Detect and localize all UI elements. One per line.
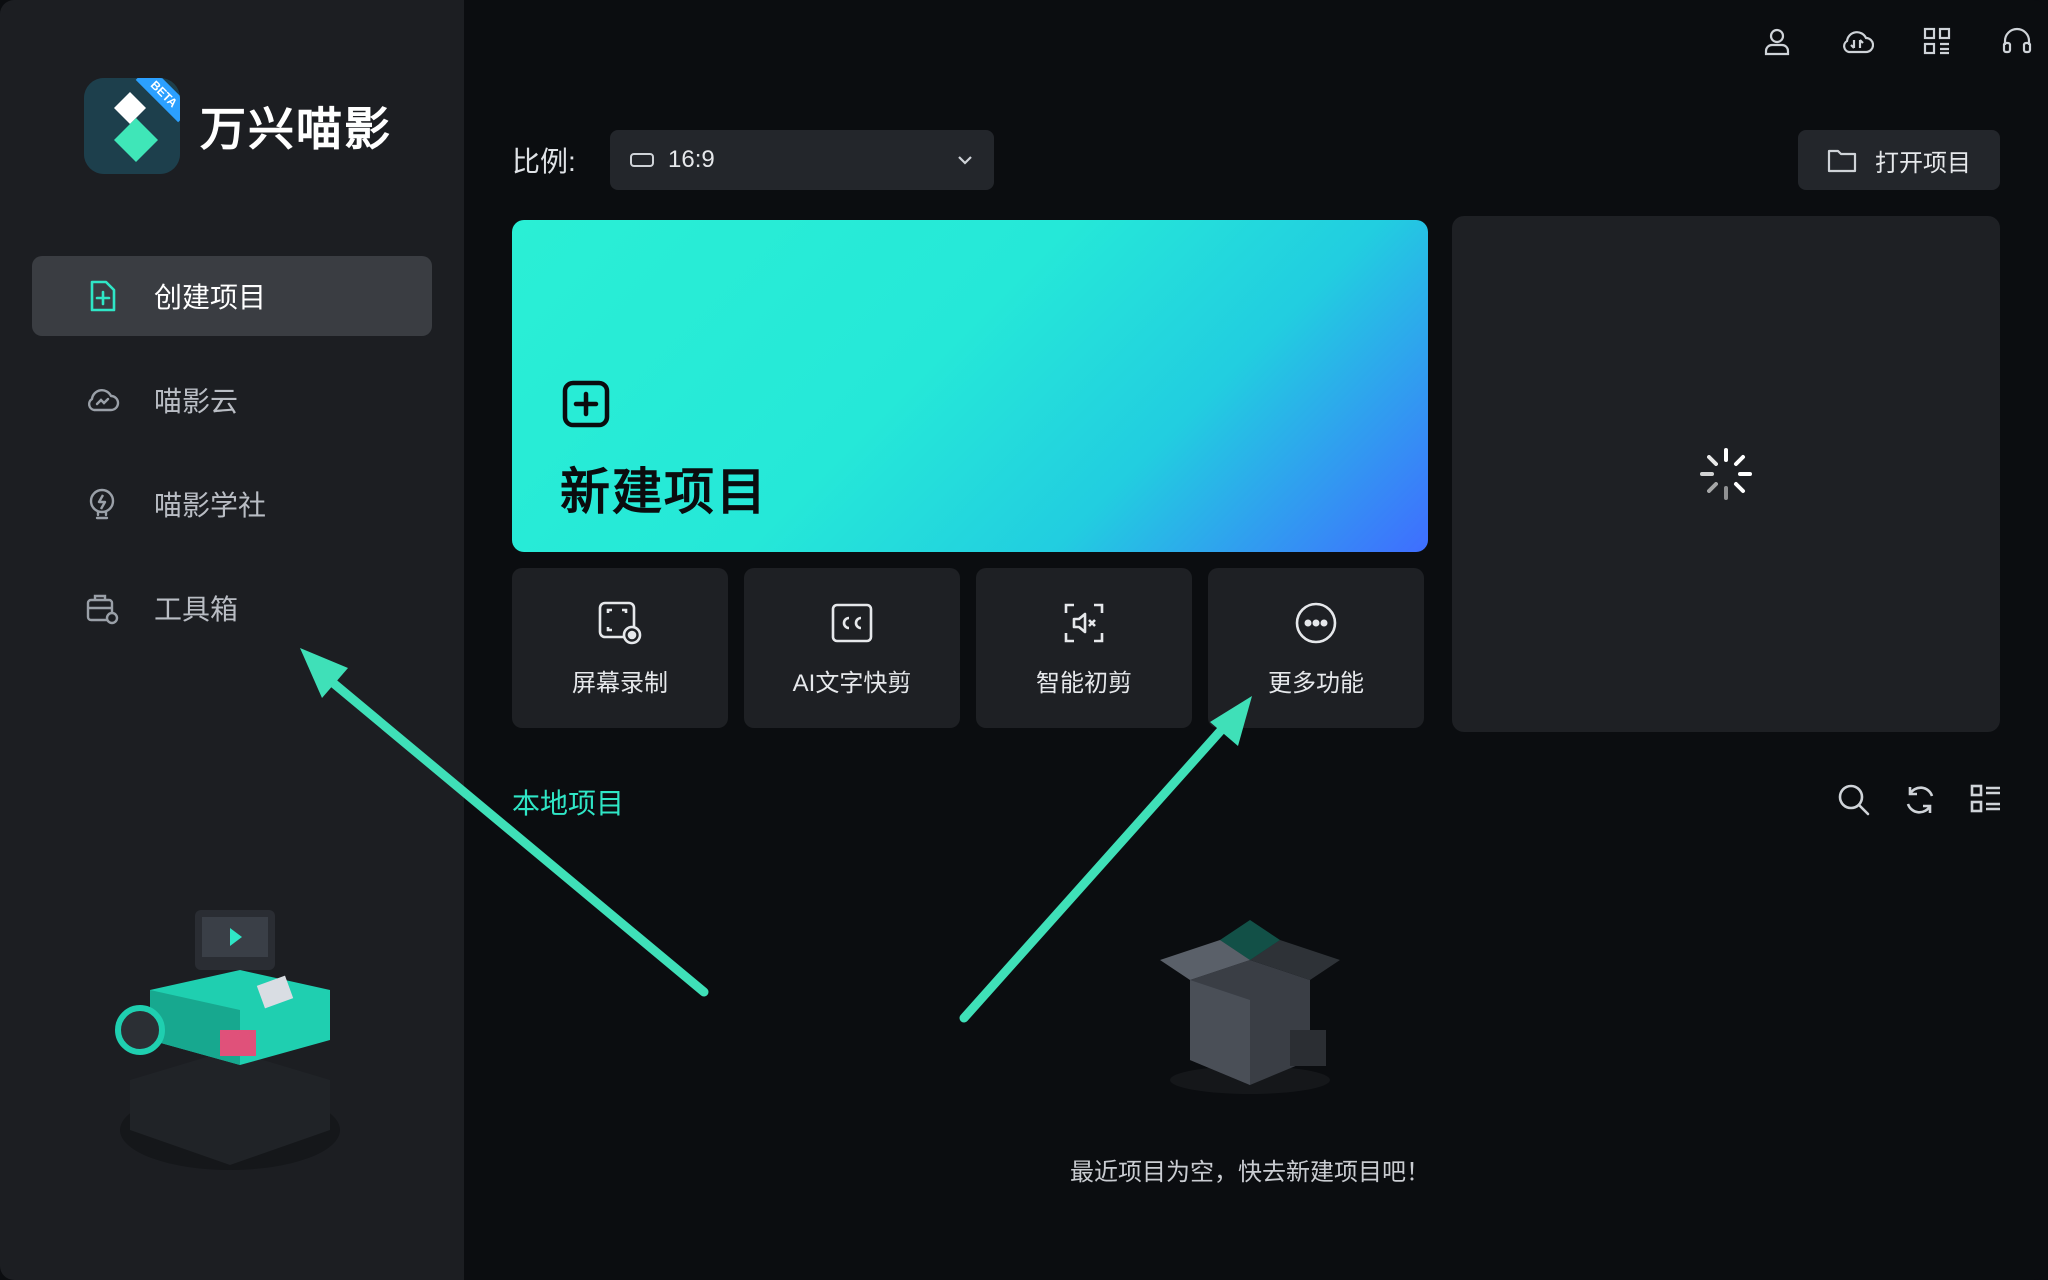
new-project-title: 新建项目 xyxy=(560,464,768,520)
cloud-icon xyxy=(87,389,120,412)
tool-label: 智能初剪 xyxy=(1036,669,1132,697)
tool-smart-cut[interactable]: 智能初剪 xyxy=(976,568,1192,728)
cloud-sync-icon[interactable] xyxy=(1836,20,1878,62)
aspect-ratio-value: 16:9 xyxy=(668,146,715,173)
sidebar-nav: 创建项目 喵影云 喵影学社 工具箱 xyxy=(32,256,432,672)
sidebar-item-cloud[interactable]: 喵影云 xyxy=(32,360,432,440)
search-icon[interactable] xyxy=(1836,782,1872,818)
sidebar-item-label: 喵影学社 xyxy=(154,490,267,521)
tool-label: 更多功能 xyxy=(1268,669,1364,697)
screen-record-icon xyxy=(598,601,642,644)
tool-label: 屏幕录制 xyxy=(572,669,668,697)
local-projects-toolbar xyxy=(1836,782,2004,818)
open-project-button[interactable]: 打开项目 xyxy=(1798,130,2000,190)
sidebar-item-create-project[interactable]: 创建项目 xyxy=(32,256,432,336)
tool-screen-record[interactable]: 屏幕录制 xyxy=(512,568,728,728)
empty-box-icon xyxy=(1160,920,1340,1094)
sidebar-item-label: 工具箱 xyxy=(154,594,239,625)
local-projects-title: 本地项目 xyxy=(512,788,625,819)
sidebar: BETA 万兴喵影 创建项目 喵影云 喵影学社 工具箱 xyxy=(0,0,464,1280)
apps-grid-icon[interactable] xyxy=(1916,20,1958,62)
app-window: BETA 万兴喵影 创建项目 喵影云 喵影学社 工具箱 比例: 16:9 打开项… xyxy=(0,0,2048,1280)
add-square-icon xyxy=(562,380,610,428)
ratio-label: 比例: xyxy=(512,146,576,177)
aspect-ratio-dropdown[interactable]: 16:9 xyxy=(610,130,994,190)
headset-icon[interactable] xyxy=(1996,20,2038,62)
quick-tools: 屏幕录制 AI文字快剪 智能初剪 更多功能 xyxy=(512,568,1424,728)
sidebar-item-label: 喵影云 xyxy=(154,386,239,417)
preview-panel xyxy=(1452,216,2000,732)
open-project-label: 打开项目 xyxy=(1875,149,1971,177)
tool-ai-text-cut[interactable]: AI文字快剪 xyxy=(744,568,960,728)
toolbox-icon xyxy=(86,594,119,625)
app-name: 万兴喵影 xyxy=(200,103,392,155)
folder-icon xyxy=(1827,149,1857,173)
loading-spinner-icon xyxy=(1700,448,1752,500)
aspect-ratio-icon xyxy=(630,153,654,167)
more-icon xyxy=(1295,602,1337,643)
tool-more-features[interactable]: 更多功能 xyxy=(1208,568,1424,728)
studio-illustration xyxy=(115,910,340,1170)
app-logo: BETA 万兴喵影 xyxy=(84,78,392,174)
cc-icon xyxy=(831,603,873,642)
lightbulb-icon xyxy=(89,488,115,520)
refresh-icon[interactable] xyxy=(1902,782,1938,818)
sidebar-item-academy[interactable]: 喵影学社 xyxy=(32,464,432,544)
list-view-icon[interactable] xyxy=(1968,782,2004,818)
create-project-icon xyxy=(90,280,116,312)
sidebar-item-toolbox[interactable]: 工具箱 xyxy=(32,568,432,648)
logo-icon: BETA xyxy=(84,78,180,174)
top-toolbar xyxy=(1756,20,2038,62)
tool-label: AI文字快剪 xyxy=(792,669,912,697)
sidebar-item-label: 创建项目 xyxy=(154,282,267,313)
smart-cut-icon xyxy=(1064,603,1104,642)
chevron-down-icon xyxy=(958,156,972,165)
new-project-card[interactable]: 新建项目 xyxy=(512,220,1428,552)
empty-projects-message: 最近项目为空，快去新建项目吧！ xyxy=(1070,1159,1430,1186)
user-icon[interactable] xyxy=(1756,20,1798,62)
